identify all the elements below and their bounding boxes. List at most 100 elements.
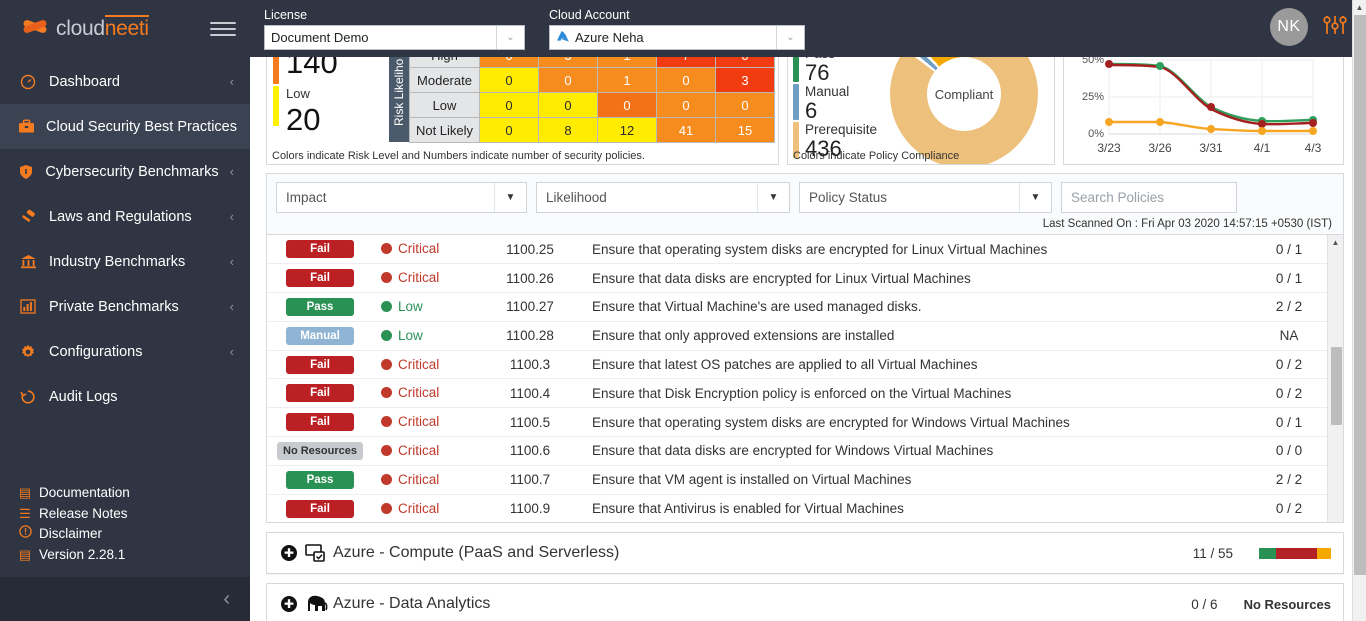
cloud-account-dropdown[interactable]: Azure Neha ⌄ <box>549 25 805 50</box>
x-tick-label: 3/23 <box>1097 141 1121 155</box>
matrix-cell[interactable]: 0 <box>479 117 539 143</box>
matrix-cell[interactable]: 0 <box>538 67 598 93</box>
table-row[interactable]: Manual Low 1100.28 Ensure that only appr… <box>267 321 1343 351</box>
sidebar-collapse-button[interactable]: ‹ <box>0 577 250 621</box>
status-badge: Pass <box>286 297 354 316</box>
status-badge: Fail <box>286 413 354 432</box>
chevron-left-icon: ‹ <box>229 209 234 224</box>
compliance-donut-chart[interactable]: Compliant <box>884 42 1054 164</box>
table-row[interactable]: Pass Critical 1100.7 Ensure that VM agen… <box>267 465 1343 495</box>
license-dropdown[interactable]: Document Demo ⌄ <box>264 25 525 50</box>
table-row[interactable]: Fail Critical 1100.25 Ensure that operat… <box>267 235 1343 265</box>
bank-icon <box>18 254 38 269</box>
brand-neeti-text: neeti <box>104 14 149 40</box>
sidebar-item-label: Cybersecurity Benchmarks <box>45 163 219 180</box>
accordion-azure-compute[interactable]: ✚ Azure - Compute (PaaS and Serverless) … <box>266 532 1344 574</box>
policy-description: Ensure that Disk Encryption policy is en… <box>583 378 1235 409</box>
matrix-cell[interactable]: 0 <box>479 92 539 118</box>
matrix-cell[interactable]: 0 <box>479 67 539 93</box>
matrix-cell[interactable]: 0 <box>715 92 775 118</box>
severity-indicator: Critical <box>381 270 439 285</box>
hamburger-icon[interactable] <box>210 19 236 39</box>
policy-description: Ensure that data disks are encrypted for… <box>583 263 1235 294</box>
chevron-down-icon: ▼ <box>757 183 789 212</box>
likelihood-filter-dropdown[interactable]: Likelihood ▼ <box>536 182 790 213</box>
severity-label: Low <box>398 298 423 314</box>
status-badge: Fail <box>286 499 354 518</box>
scroll-up-icon[interactable]: ▲ <box>1353 0 1366 15</box>
table-row[interactable]: No Resources Critical 1100.6 Ensure that… <box>267 436 1343 466</box>
expand-icon[interactable]: ✚ <box>281 596 297 612</box>
policy-description: Ensure that Virtual Machine's are used m… <box>583 292 1235 322</box>
content-scroll-area: 140 Low 20 Risk Likeliho Moderate 0 0 1 … <box>250 0 1352 621</box>
cloudneeti-logo-icon <box>22 19 48 39</box>
row-label: Low <box>409 92 480 118</box>
matrix-cell[interactable]: 0 <box>656 92 716 118</box>
scrollbar-thumb[interactable] <box>1331 347 1342 425</box>
table-row[interactable]: Pass Low 1100.27 Ensure that Virtual Mac… <box>267 292 1343 322</box>
sliders-icon[interactable] <box>1322 13 1348 42</box>
chevron-down-icon: ⌄ <box>776 26 804 49</box>
avatar[interactable]: NK <box>1270 8 1308 46</box>
severity-indicator: Critical <box>381 357 439 372</box>
sidebar-item-audit-logs[interactable]: Audit Logs <box>0 374 250 419</box>
policy-table-scrollbar[interactable]: ▲ <box>1327 235 1343 522</box>
x-tick-label: 3/31 <box>1199 141 1223 155</box>
table-row[interactable]: Fail Critical 1100.4 Ensure that Disk En… <box>267 378 1343 409</box>
matrix-cell[interactable]: 8 <box>538 117 598 143</box>
search-policies-input[interactable] <box>1061 182 1237 213</box>
sidebar-item-configurations[interactable]: Configurations ‹ <box>0 329 250 374</box>
footer-link-disclaimer[interactable]: Disclaimer <box>18 524 250 545</box>
status-badge: Fail <box>286 240 354 259</box>
row-label: Not Likely <box>409 117 480 143</box>
cloud-account-field: Cloud Account Azure Neha ⌄ <box>549 8 805 50</box>
table-row[interactable]: Fail Critical 1100.26 Ensure that data d… <box>267 263 1343 294</box>
likelihood-filter-value: Likelihood <box>546 190 607 205</box>
sidebar-item-laws-and-regulations[interactable]: Laws and Regulations ‹ <box>0 194 250 239</box>
matrix-cell[interactable]: 41 <box>656 117 716 143</box>
briefcase-icon <box>18 119 35 134</box>
accordion-count: 11 / 55 <box>1192 545 1233 561</box>
bar-chart-icon <box>18 299 38 314</box>
policy-number: 1100.9 <box>477 494 583 522</box>
trend-line-chart[interactable]: 50% 25% 0% 3/23 3/26 3/31 4/1 4/3 <box>1064 42 1326 164</box>
matrix-cell[interactable]: 0 <box>656 67 716 93</box>
expand-icon[interactable]: ✚ <box>281 545 297 561</box>
sidebar-item-private-benchmarks[interactable]: Private Benchmarks ‹ <box>0 284 250 329</box>
policy-status-filter-value: Policy Status <box>809 190 888 205</box>
footer-link-version[interactable]: ▤ Version 2.28.1 <box>18 545 250 566</box>
policy-number: 1100.28 <box>477 321 583 351</box>
sidebar-item-cloud-security-best-practices[interactable]: Cloud Security Best Practices <box>0 104 250 149</box>
footer-link-release-notes[interactable]: ☰ Release Notes <box>18 504 250 525</box>
page-scrollbar-thumb[interactable] <box>1354 15 1366 575</box>
brand-title[interactable]: cloudneeti <box>56 14 149 41</box>
matrix-cell[interactable]: 15 <box>715 117 775 143</box>
brand-cloud-text: cloud <box>56 16 105 40</box>
severity-label: Critical <box>398 500 440 516</box>
sidebar-item-dashboard[interactable]: Dashboard ‹ <box>0 59 250 104</box>
scroll-up-icon[interactable]: ▲ <box>1328 235 1343 249</box>
accordion-title: Azure - Data Analytics <box>333 595 491 612</box>
status-badge: Fail <box>286 355 354 374</box>
matrix-cell[interactable]: 1 <box>597 67 657 93</box>
list-icon: ☰ <box>19 505 31 521</box>
sidebar-item-industry-benchmarks[interactable]: Industry Benchmarks ‹ <box>0 239 250 284</box>
risk-matrix: Risk Likeliho High 0 3 1 7 0 Moderate <box>389 42 775 164</box>
table-row[interactable]: Fail Critical 1100.9 Ensure that Antivir… <box>267 494 1343 522</box>
policy-status-filter-dropdown[interactable]: Policy Status ▼ <box>799 182 1052 213</box>
matrix-cell[interactable]: 12 <box>597 117 657 143</box>
sidebar-item-cybersecurity-benchmarks[interactable]: Cybersecurity Benchmarks ‹ <box>0 149 250 194</box>
page-scrollbar[interactable]: ▲ <box>1352 0 1366 621</box>
table-row[interactable]: Fail Critical 1100.3 Ensure that latest … <box>267 350 1343 380</box>
severity-label: Critical <box>398 385 440 401</box>
matrix-cell[interactable]: 3 <box>715 67 775 93</box>
table-row[interactable]: Fail Critical 1100.5 Ensure that operati… <box>267 407 1343 438</box>
license-label: License <box>264 8 308 22</box>
footer-link-label: Disclaimer <box>39 526 103 541</box>
impact-filter-dropdown[interactable]: Impact ▼ <box>276 182 527 213</box>
matrix-cell[interactable]: 0 <box>597 92 657 118</box>
accordion-azure-data-analytics[interactable]: ✚ Azure - Data Analytics 0 / 6 No Resour… <box>266 583 1344 621</box>
matrix-cell[interactable]: 0 <box>538 92 598 118</box>
footer-link-documentation[interactable]: ▤ Documentation <box>18 483 250 504</box>
severity-label: Critical <box>398 270 440 286</box>
